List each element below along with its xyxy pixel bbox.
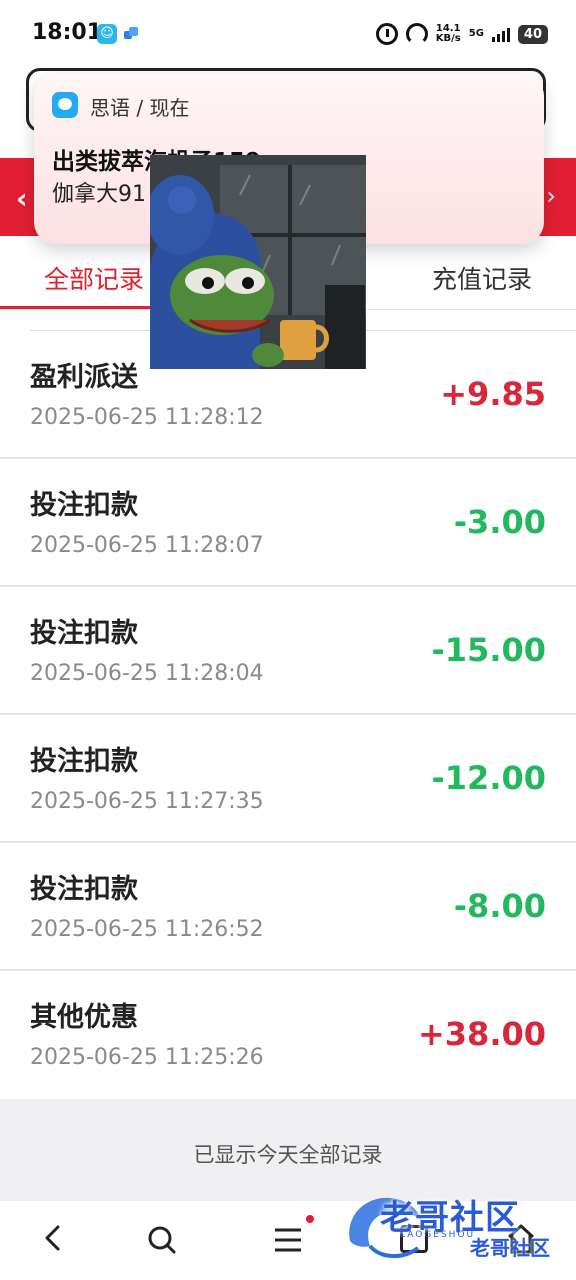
chat-app-icon: [52, 92, 78, 118]
watermark-subtext: LAOGESHOU: [400, 1230, 476, 1240]
end-of-list-text: 已显示今天全部记录: [193, 1143, 383, 1167]
cloud-app-icon: [124, 27, 138, 40]
record-title: 盈利派送: [30, 362, 138, 393]
record-title: 投注扣款: [30, 490, 138, 521]
search-icon[interactable]: [147, 1225, 177, 1255]
speed-unit: KB/s: [435, 33, 461, 44]
notification-dot: [306, 1215, 314, 1223]
record-amount: -12.00: [431, 759, 547, 797]
battery-indicator: 40: [517, 24, 548, 44]
record-time: 2025-06-25 11:28:04: [30, 661, 264, 686]
chat-app-icon: ☺: [97, 24, 117, 44]
status-indicators: 14.1 KB/s 5G 40: [375, 20, 548, 48]
menu-icon[interactable]: [273, 1227, 303, 1253]
notification-app-name: 思语: [90, 96, 130, 120]
record-title: 投注扣款: [30, 874, 138, 905]
record-title: 投注扣款: [30, 746, 138, 777]
record-title: 其他优惠: [30, 1002, 138, 1033]
record-time: 2025-06-25 11:28:07: [30, 533, 264, 558]
tab-all-records[interactable]: 全部记录: [44, 260, 144, 296]
tab-recharge-records[interactable]: 充值记录: [432, 260, 532, 296]
record-row[interactable]: 投注扣款 2025-06-25 11:26:52 -8.00: [0, 843, 576, 971]
chevron-left-icon[interactable]: ‹: [16, 182, 28, 215]
back-icon[interactable]: [42, 1223, 64, 1253]
record-amount: +9.85: [440, 375, 546, 413]
notification-separator: /: [136, 96, 144, 120]
network-speed: 14.1 KB/s: [436, 24, 461, 44]
status-time: 18:01: [32, 20, 103, 45]
record-amount: -15.00: [431, 631, 547, 669]
records-list: 盈利派送 2025-06-25 11:28:12 +9.85 投注扣款 2025…: [0, 331, 576, 1099]
record-title: 投注扣款: [30, 618, 138, 649]
record-time: 2025-06-25 11:27:35: [30, 789, 264, 814]
network-type: 5G: [468, 28, 484, 39]
record-row[interactable]: 其他优惠 2025-06-25 11:25:26 +38.00: [0, 971, 576, 1099]
notification-time: 现在: [149, 96, 190, 120]
signal-icon: [491, 26, 510, 42]
watermark-text-small: 老哥社区: [470, 1236, 550, 1260]
record-row[interactable]: 投注扣款 2025-06-25 11:27:35 -12.00: [0, 715, 576, 843]
frog-sticker-art: [150, 155, 366, 369]
record-amount: -8.00: [453, 887, 546, 925]
notification-body: 伽拿大91: [52, 182, 146, 207]
record-time: 2025-06-25 11:25:26: [30, 1045, 264, 1070]
chevron-right-icon[interactable]: ›: [546, 182, 556, 210]
notification-header: 思语 / 现在: [90, 92, 189, 121]
data-saver-icon: [405, 23, 428, 45]
record-row[interactable]: 投注扣款 2025-06-25 11:28:04 -15.00: [0, 587, 576, 715]
frog-sticker-image: [150, 155, 366, 369]
record-row[interactable]: 投注扣款 2025-06-25 11:28:07 -3.00: [0, 459, 576, 587]
record-time: 2025-06-25 11:26:52: [30, 917, 264, 942]
alarm-icon: [375, 23, 398, 45]
record-amount: +38.00: [417, 1015, 546, 1053]
record-amount: -3.00: [453, 503, 546, 541]
watermark-logo: 老哥社区 老哥社区 LAOGESHOU: [340, 1186, 570, 1276]
status-bar: 18:01 ☺ 14.1 KB/s 5G 40: [0, 0, 576, 68]
record-time: 2025-06-25 11:28:12: [30, 405, 264, 430]
